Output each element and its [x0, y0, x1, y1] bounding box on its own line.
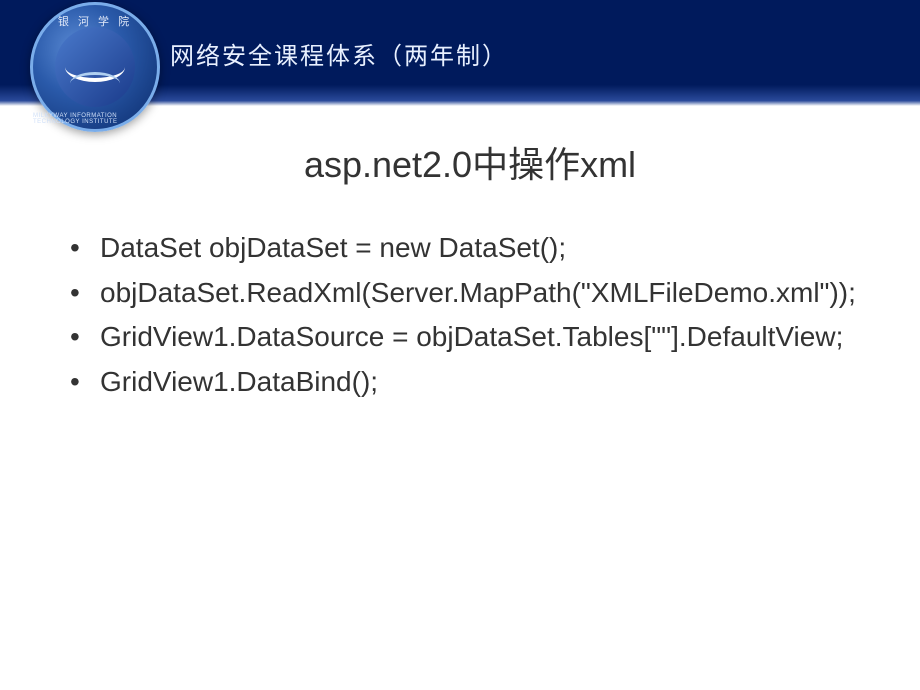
slide-title: asp.net2.0中操作xml: [70, 136, 870, 188]
bullet-item: objDataSet.ReadXml(Server.MapPath("XMLFi…: [70, 273, 870, 314]
header-title: 网络安全课程体系（两年制）: [170, 36, 508, 71]
logo-area: 银 河 学 院 MILKYWAY INFORMATION TECHNOLOGY …: [20, 0, 170, 142]
bullet-item: GridView1.DataSource = objDataSet.Tables…: [70, 317, 870, 358]
slide-header: 银 河 学 院 MILKYWAY INFORMATION TECHNOLOGY …: [0, 0, 920, 106]
logo-swoosh-icon: [65, 52, 125, 82]
logo-circle: 银 河 学 院 MILKYWAY INFORMATION TECHNOLOGY …: [30, 2, 160, 132]
logo-inner: [55, 27, 135, 107]
bullet-item: GridView1.DataBind();: [70, 362, 870, 403]
logo-bottom-text: MILKYWAY INFORMATION TECHNOLOGY INSTITUT…: [33, 113, 157, 125]
bullet-item: DataSet objDataSet = new DataSet();: [70, 228, 870, 269]
slide-content: asp.net2.0中操作xml DataSet objDataSet = ne…: [0, 106, 920, 436]
bullet-list: DataSet objDataSet = new DataSet(); objD…: [70, 228, 870, 402]
